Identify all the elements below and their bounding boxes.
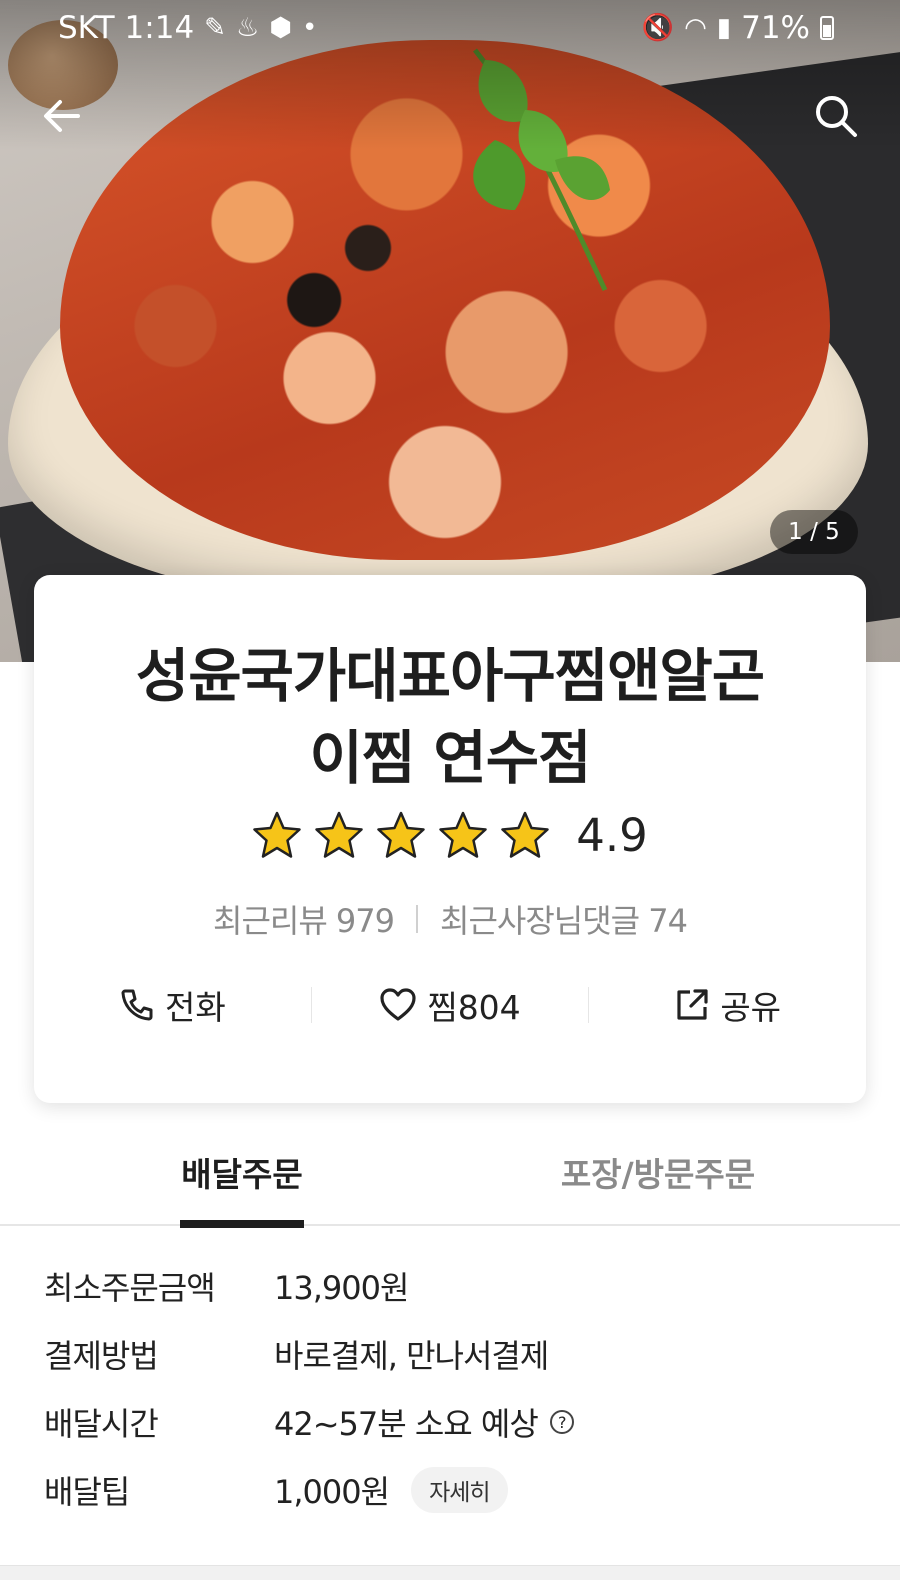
rating-row: 4.9 (34, 805, 866, 865)
delivery-tip-value-wrap: 1,000원 자세히 (274, 1467, 508, 1513)
star-icon (501, 811, 549, 858)
star-icon (439, 811, 487, 858)
clock: 1:14 (124, 10, 195, 46)
call-label: 전화 (164, 988, 226, 1027)
delivery-time-value: 42~57분 소요 예상 (274, 1405, 539, 1443)
dot-icon: • (301, 13, 318, 43)
share-button[interactable]: 공유 (589, 975, 866, 1035)
wifi-icon: ◠ (684, 13, 707, 43)
delivery-tip-value: 1,000원 (274, 1473, 390, 1511)
owner-comments-link[interactable]: 최근사장님댓글 74 (440, 896, 688, 942)
section-divider (0, 1565, 900, 1580)
star-icon (377, 811, 425, 858)
tab-delivery-order[interactable]: 배달주문 (180, 1148, 304, 1228)
store-name-line2: 이찜 연수점 (309, 724, 592, 792)
recent-reviews-link[interactable]: 최근리뷰 979 (213, 896, 395, 942)
notification-icon: ♨ (235, 13, 260, 43)
cube-icon: ⬢ (269, 13, 292, 43)
delivery-time-label: 배달시간 (44, 1405, 159, 1443)
delivery-time-value-wrap: 42~57분 소요 예상 ? (274, 1399, 574, 1445)
divider (416, 905, 419, 933)
info-row-delivery-tip: 배달팁 1,000원 자세히 (44, 1456, 864, 1524)
store-hero-image[interactable] (0, 0, 900, 662)
star-icon (315, 811, 363, 858)
phone-icon (121, 989, 153, 1021)
order-type-tabs: 배달주문 포장/방문주문 (0, 1130, 900, 1228)
payment-value: 바로결제, 만나서결제 (274, 1337, 549, 1375)
payment-label: 결제방법 (44, 1337, 159, 1375)
signal-icon: ▮ (716, 13, 732, 43)
favorite-label: 찜804 (427, 988, 521, 1027)
store-name-line1: 성윤국가대표아구찜앤알곤 (135, 642, 765, 710)
rating-value: 4.9 (576, 808, 648, 862)
info-row-min-order: 최소주문금액 13,900원 (44, 1252, 864, 1320)
min-order-value: 13,900원 (274, 1269, 409, 1307)
battery-percent: 71% (741, 10, 810, 46)
info-row-delivery-time: 배달시간 42~57분 소요 예상 ? (44, 1388, 864, 1456)
call-button[interactable]: 전화 (34, 975, 311, 1035)
search-icon (816, 96, 857, 137)
battery-icon (820, 16, 834, 40)
heart-icon (380, 988, 416, 1021)
store-name: 성윤국가대표아구찜앤알곤 이찜 연수점 (64, 635, 836, 799)
min-order-label: 최소주문금액 (44, 1269, 216, 1307)
back-button[interactable] (34, 88, 90, 144)
arrow-left-icon (44, 100, 80, 132)
mute-icon: 🔇 (641, 13, 675, 43)
search-button[interactable] (808, 88, 864, 144)
action-row: 전화 찜804 공유 (34, 975, 866, 1035)
share-icon (677, 989, 708, 1020)
delivery-tip-label: 배달팁 (44, 1473, 130, 1511)
review-summary: 최근리뷰 979 최근사장님댓글 74 (34, 897, 866, 941)
star-icon (253, 811, 301, 858)
image-page-indicator: 1 / 5 (770, 510, 858, 554)
delivery-info: 최소주문금액 13,900원 결제방법 바로결제, 만나서결제 배달시간 42~… (44, 1252, 864, 1524)
store-info-card: 성윤국가대표아구찜앤알곤 이찜 연수점 4.9 최근리뷰 979 최근사장님댓글… (34, 575, 866, 1103)
share-label: 공유 (720, 988, 782, 1027)
favorite-button[interactable]: 찜804 (312, 975, 589, 1035)
tab-pickup-order[interactable]: 포장/방문주문 (548, 1148, 768, 1226)
pill-icon: ✎ (204, 13, 226, 43)
info-row-payment: 결제방법 바로결제, 만나서결제 (44, 1320, 864, 1388)
delivery-tip-detail-button[interactable]: 자세히 (411, 1467, 508, 1513)
carrier-label: SKT (58, 10, 115, 46)
help-icon[interactable]: ? (549, 1410, 574, 1434)
status-bar: SKT 1:14 ✎ ♨ ⬢ • 🔇 ◠ ▮ 71% (0, 0, 900, 58)
